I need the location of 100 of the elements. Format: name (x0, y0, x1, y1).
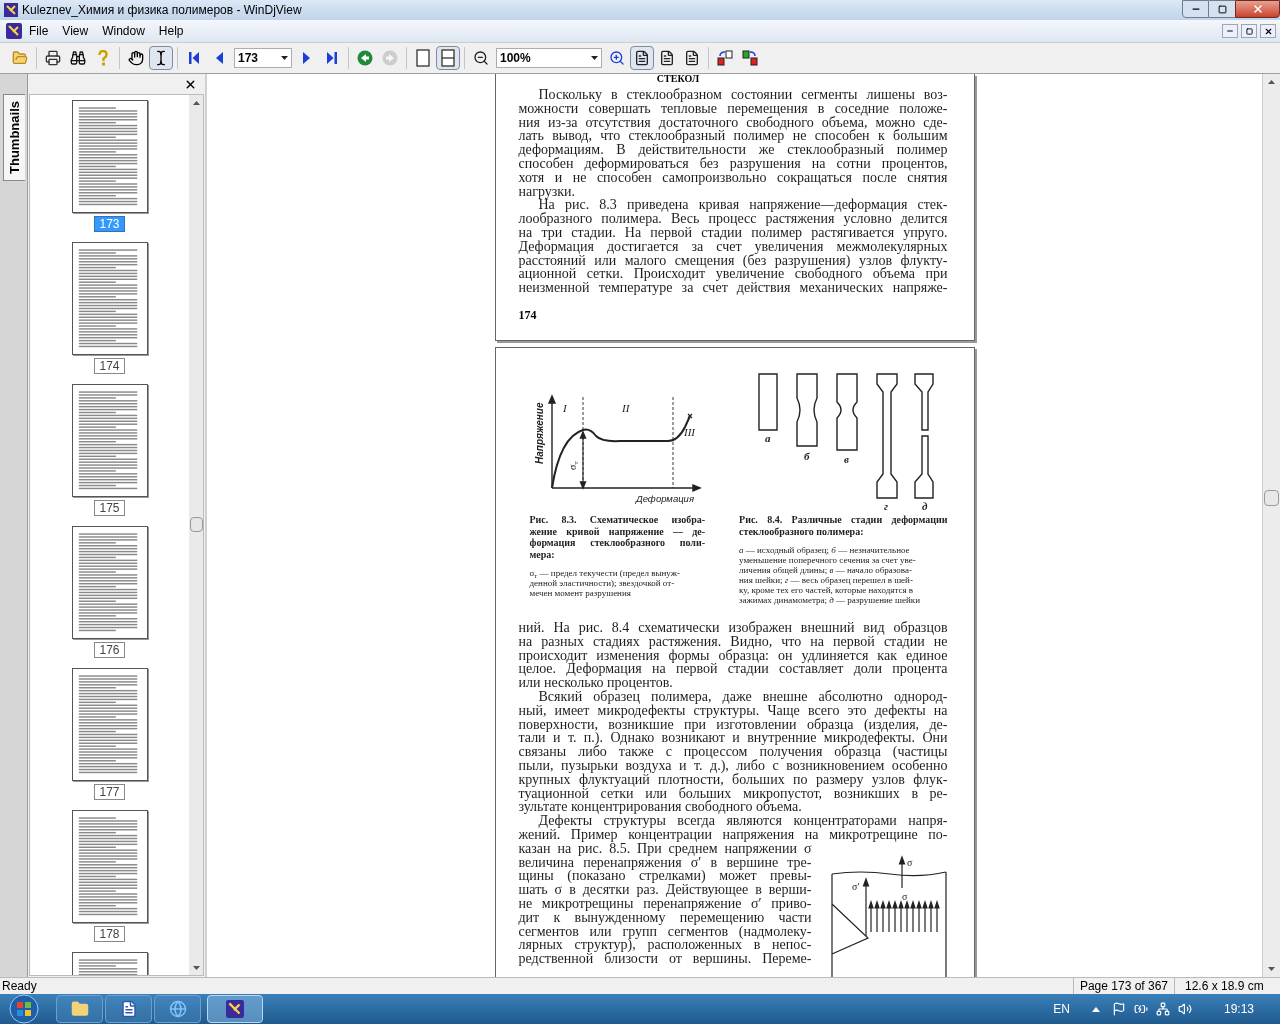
two-pane-button[interactable] (436, 46, 460, 70)
close-button[interactable] (1260, 24, 1276, 38)
app-icon (4, 3, 18, 17)
close-icon (1263, 26, 1273, 36)
paragraph: казан на рис. 8.5. При среднем напряжении σ величина перенапряжения σ′ в вершине тре- щины (показано стрелками) может превы- шать σ в десятки раз. Действующее в верши- не микротрещины перенапряжение σ′ приво- дит к вынужденному перемещению части сегментов или групп сегментов (надмолеку- лярных структур), расположенных в непос- редственной близости от вершины. Переме- (518, 841, 812, 966)
menu-item[interactable]: Help (151, 22, 191, 40)
maximize-icon (1217, 4, 1227, 14)
squares-arrow-icon (717, 50, 733, 66)
taskbar-button[interactable] (207, 995, 263, 1023)
zoom-field[interactable]: 100% (496, 48, 602, 68)
page-icon (684, 50, 700, 66)
menu-item[interactable]: View (55, 22, 96, 40)
taskbar-button[interactable] (56, 995, 103, 1023)
page-icon (634, 50, 650, 66)
scroll-thumb[interactable] (189, 517, 203, 532)
figure-caption: Рис. 8.3. Схематическое изобра- жение кривой напряжение — де- формация стеклообразного поли- мера: (529, 514, 706, 560)
scrollbar[interactable] (1262, 74, 1280, 977)
minimize-button[interactable] (1222, 24, 1238, 38)
scroll-up-icon (1268, 80, 1275, 84)
figure-label: д (922, 500, 928, 512)
page-number-field[interactable]: 173 (234, 48, 292, 68)
dropdown-arrow-icon (281, 56, 288, 60)
page-thumbnail[interactable] (71, 384, 148, 497)
paragraph: Всякий образец полимера, даже внешне абсолютно однород- ный, имеет микродефекты структуры. Чаще всего это дефекты на поверхности, возникшие при изготовлении образца (изделия, де- тали и т. п.). Однако возникают и внутренние микродефекты. Они связаны либо также с процессом получения образца (частицы пыли, пузырьки воздуха и т. д.), либо с возникновением особенно крупных флуктуаций плотности, больших по размеру узлов флук- туационной сетки или больших микропустот, возникших в ре- зультате концентрирования свободного объема. (518, 690, 948, 815)
battery-icon (1133, 1002, 1148, 1016)
close-icon (1251, 3, 1264, 15)
question-mark-icon (98, 50, 108, 66)
minimize-button[interactable] (1182, 0, 1209, 18)
figure-label: в (844, 453, 849, 465)
page-number-label[interactable]: 174 (94, 358, 125, 374)
page-number-label[interactable]: 175 (94, 500, 125, 516)
menu-item[interactable]: Window (95, 22, 152, 40)
stage-label: II (621, 402, 629, 414)
paragraph: Поскольку в стеклообразном состоянии сегменты лишены воз- можности совершать тепловые перемещения в соседние положе- ния из-за отсутствия достаточного свободного объема, можно сде- лать вывод, что стеклообразный полимер не способен к большим деформациям. В действительности же стеклообразный полимер способен деформироваться без разрушения на сотни процентов, хотя и не способен самопроизвольно сокращаться после снятия нагрузки. (518, 88, 948, 199)
speaker-icon (1177, 1002, 1192, 1016)
figure-label: б (804, 450, 810, 462)
zoom-out-icon (473, 50, 489, 66)
page-view-button[interactable] (630, 46, 654, 70)
start-button[interactable] (6, 994, 42, 1024)
figure-legend: σ$_{т}$ — предел текучести (предел вынуж- денной эластичности); звездочкой от- мечен момент разрушения (529, 568, 706, 598)
split-page-icon (441, 49, 455, 67)
binoculars-icon (70, 50, 86, 66)
scroll-down-icon (1268, 967, 1275, 971)
language-indicator[interactable]: EN (1053, 1000, 1070, 1018)
stage-label: I (562, 402, 567, 414)
page-icon (659, 50, 675, 66)
axis-label: Деформация (635, 493, 694, 504)
globe-icon (168, 1000, 187, 1018)
close-button[interactable] (1235, 0, 1280, 18)
page-outline-icon (416, 49, 430, 67)
scroll-down-icon (192, 966, 200, 970)
minimize-icon (1226, 27, 1234, 35)
restore-icon (1245, 27, 1253, 35)
menu-item[interactable]: File (22, 22, 56, 40)
page-number-label[interactable]: 178 (94, 926, 125, 942)
paragraph: ний. На рис. 8.4 схематически изображен внешний вид образцов на разных стадиях растяжения. Видно, что на первой стадии не происходит изменения формы образца: он удлиняется как единое целое. Деформация на первой стадии составляет доли процента или несколько процентов. (518, 621, 948, 690)
figure-label: а (765, 432, 771, 444)
stress-label: σ′ (851, 880, 860, 892)
document-icon (6, 23, 22, 39)
figure-label: г (884, 500, 889, 512)
specimen-outline (758, 373, 778, 431)
axis-label: Напряжение (533, 402, 545, 464)
page-thumbnail[interactable] (71, 100, 148, 213)
scroll-thumb[interactable] (1264, 490, 1279, 506)
printer-icon (45, 50, 61, 66)
network-icon (1155, 1002, 1170, 1016)
page-number: 174 (518, 306, 538, 324)
page-thumbnail[interactable] (71, 242, 148, 355)
clock[interactable]: 19:13 (1223, 1000, 1254, 1018)
paragraph: На рис. 8.3 приведена кривая напряжение—деформация стек- лообразного полимера. Весь процесс растяжения условно делится на три стадии. На первой стадии полимер растягивается упруго. Деформация достигается за счет увеличения межмолекулярных расстояний или малого смещения (без разрушения) узлов флукту- ационной сетки. Происходит увеличение свободного объема при неизменной температуре за счет действия механических напряже- (518, 198, 948, 295)
taskbar-button[interactable] (105, 995, 152, 1023)
page-number-label[interactable]: 176 (94, 642, 125, 658)
page-number-label[interactable]: 177 (94, 784, 125, 800)
page-thumbnail[interactable] (71, 526, 148, 639)
sidebar-tab[interactable]: Thumbnails (3, 94, 25, 181)
folder-icon (70, 1000, 89, 1018)
flag-icon (1111, 1002, 1126, 1016)
section-heading: СТЕКОЛ (655, 74, 701, 84)
stress-label: σ (906, 856, 912, 868)
squares-arrow-icon (742, 50, 758, 66)
window-title: Kuleznev_Химия и физика полимеров - WinDjView (22, 2, 302, 19)
page-thumbnail[interactable] (71, 668, 148, 781)
stress-label: σ (901, 890, 907, 902)
folder-icon (12, 50, 28, 66)
figure-legend: а — исходный образец; б — незначительное уменьшение поперечного сечения за счет уве- личения общей длины; в — начало образова- ния шейки; г — весь образец перешел в шей- ку, кроме тех его частей, которые находятся в зажимах динамометра; д — разрушение шейки (739, 545, 948, 605)
maximize-button[interactable] (1209, 0, 1235, 18)
scrollbar[interactable] (189, 95, 203, 975)
page-thumbnail[interactable] (71, 810, 148, 923)
scroll-up-icon (192, 101, 200, 105)
select-tool-button[interactable] (149, 46, 173, 70)
figure-caption: Рис. 8.4. Различные стадии деформации стеклообразного полимера: (739, 514, 948, 537)
zoom-in-icon (609, 50, 625, 66)
hand-icon (128, 50, 144, 66)
document-icon (119, 1000, 138, 1018)
dropdown-arrow-icon (591, 56, 598, 60)
show-hidden-icons-icon (1091, 1006, 1100, 1012)
restore-button[interactable] (1241, 24, 1257, 38)
status-message: Ready (1, 978, 37, 995)
stage-label: III (683, 426, 695, 438)
previous-end-arrow-icon (188, 51, 200, 65)
